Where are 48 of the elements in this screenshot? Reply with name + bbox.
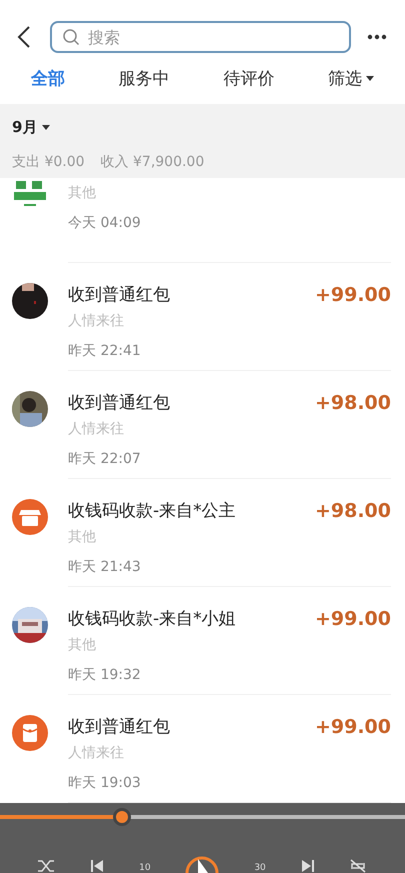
search-icon <box>62 28 80 46</box>
transaction-amount: +99.00 <box>314 608 391 630</box>
month-selector[interactable]: 9月 <box>12 118 50 137</box>
transaction-time: 昨天 19:32 <box>68 666 141 684</box>
transaction-title: 收到普通红包 <box>68 392 170 414</box>
transaction-amount: +98.00 <box>314 392 391 414</box>
forward-button[interactable]: 30 <box>254 863 266 873</box>
transaction-row[interactable]: 收钱码收款-来自*公主 +98.00 其他 昨天 21:43 <box>0 479 405 587</box>
repeat-button[interactable] <box>349 859 368 873</box>
search-field[interactable]: 搜索 <box>50 21 351 53</box>
tab[interactable]: 全部 <box>24 64 71 92</box>
transaction-amount: +98.00 <box>314 500 391 522</box>
transaction-category: 人情来往 <box>68 744 124 762</box>
transaction-time: 今天 04:09 <box>68 214 141 232</box>
transaction-title: 收钱码收款-来自*小姐 <box>68 608 236 630</box>
transaction-title: 收到普通红包 <box>68 284 170 306</box>
envelope-icon <box>12 715 48 751</box>
progress-handle[interactable] <box>112 808 130 826</box>
transaction-amount: +99.00 <box>314 284 391 306</box>
transaction-row[interactable]: 收到普通红包 +98.00 人情来往 昨天 22:07 <box>0 371 405 479</box>
transaction-amount: +99.00 <box>314 716 391 738</box>
income-total: 收入 ¥7,900.00 <box>100 153 204 171</box>
transaction-title: 收到普通红包 <box>68 716 170 738</box>
shuffle-button[interactable] <box>37 859 56 873</box>
transaction-row[interactable]: 其他 今天 04:09 <box>0 178 405 263</box>
transaction-row[interactable]: 收钱码收款-来自*小姐 +99.00 其他 昨天 19:32 <box>0 587 405 695</box>
transaction-category: 其他 <box>68 528 96 546</box>
transaction-category: 人情来往 <box>68 420 124 438</box>
transaction-category: 其他 <box>68 184 96 202</box>
transaction-category: 其他 <box>68 636 96 654</box>
store-icon <box>12 499 48 535</box>
more-icon <box>367 34 387 40</box>
rewind-button[interactable]: 10 <box>139 863 151 873</box>
transaction-row[interactable]: 收到普通红包 +99.00 人情来往 昨天 22:41 <box>0 263 405 371</box>
transaction-time: 昨天 22:41 <box>68 342 141 360</box>
next-button[interactable] <box>300 859 315 873</box>
previous-button[interactable] <box>90 859 104 873</box>
tab[interactable]: 待评价 <box>217 64 280 92</box>
transaction-title: 收钱码收款-来自*公主 <box>68 500 236 522</box>
caret-icon <box>42 125 50 130</box>
transaction-time: 昨天 21:43 <box>68 558 141 576</box>
tab[interactable]: 服务中 <box>112 64 176 92</box>
transaction-category: 人情来往 <box>68 312 124 330</box>
tab[interactable]: 筛选 <box>322 64 380 92</box>
transaction-time: 昨天 19:03 <box>68 774 141 792</box>
expense-total: 支出 ¥0.00 <box>12 153 85 171</box>
transaction-time: 昨天 22:07 <box>68 450 141 468</box>
back-icon <box>17 25 31 49</box>
